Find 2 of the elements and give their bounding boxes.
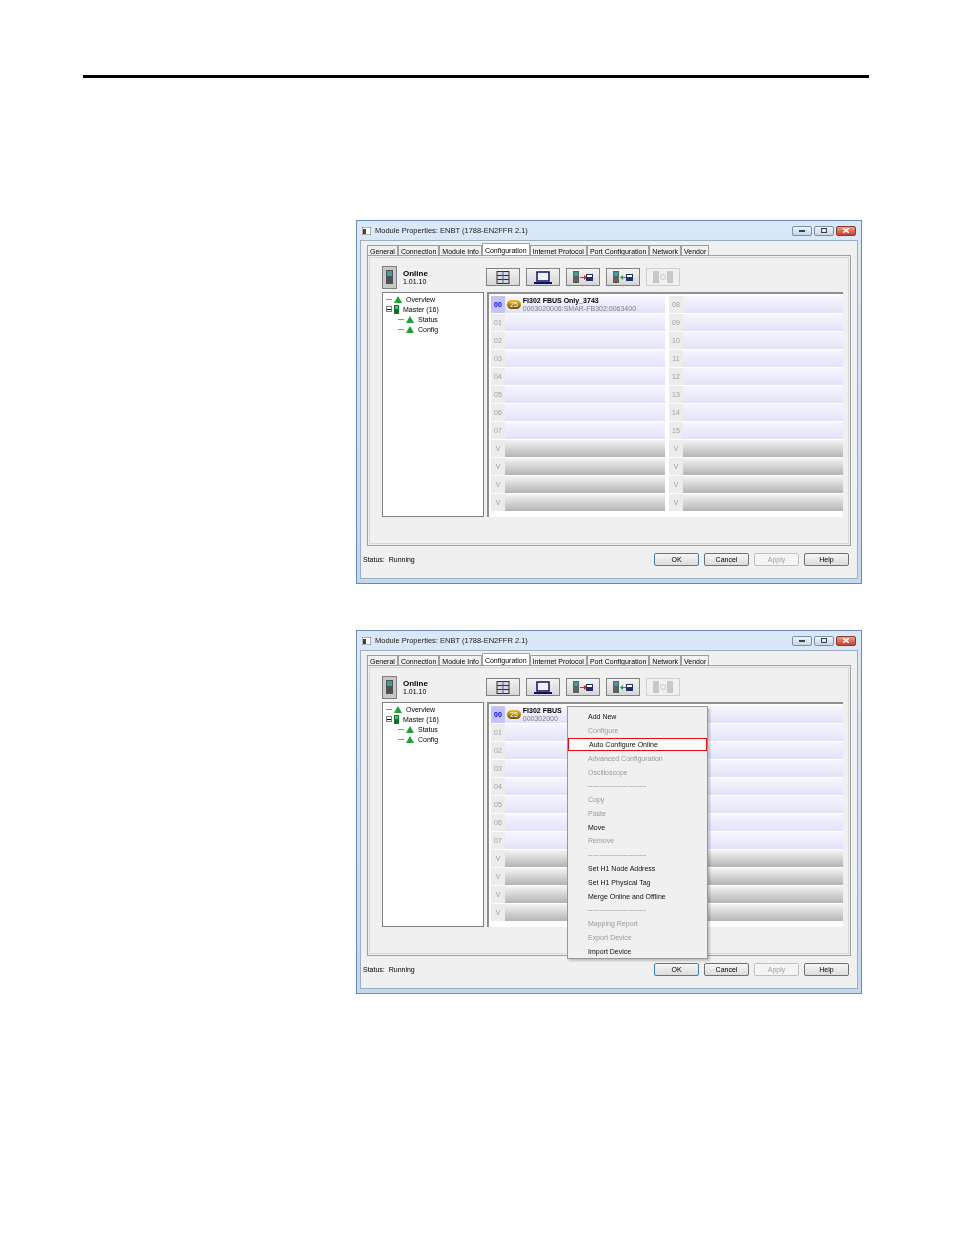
mode-label: Online	[403, 268, 428, 278]
mode-label: Online	[403, 678, 428, 688]
